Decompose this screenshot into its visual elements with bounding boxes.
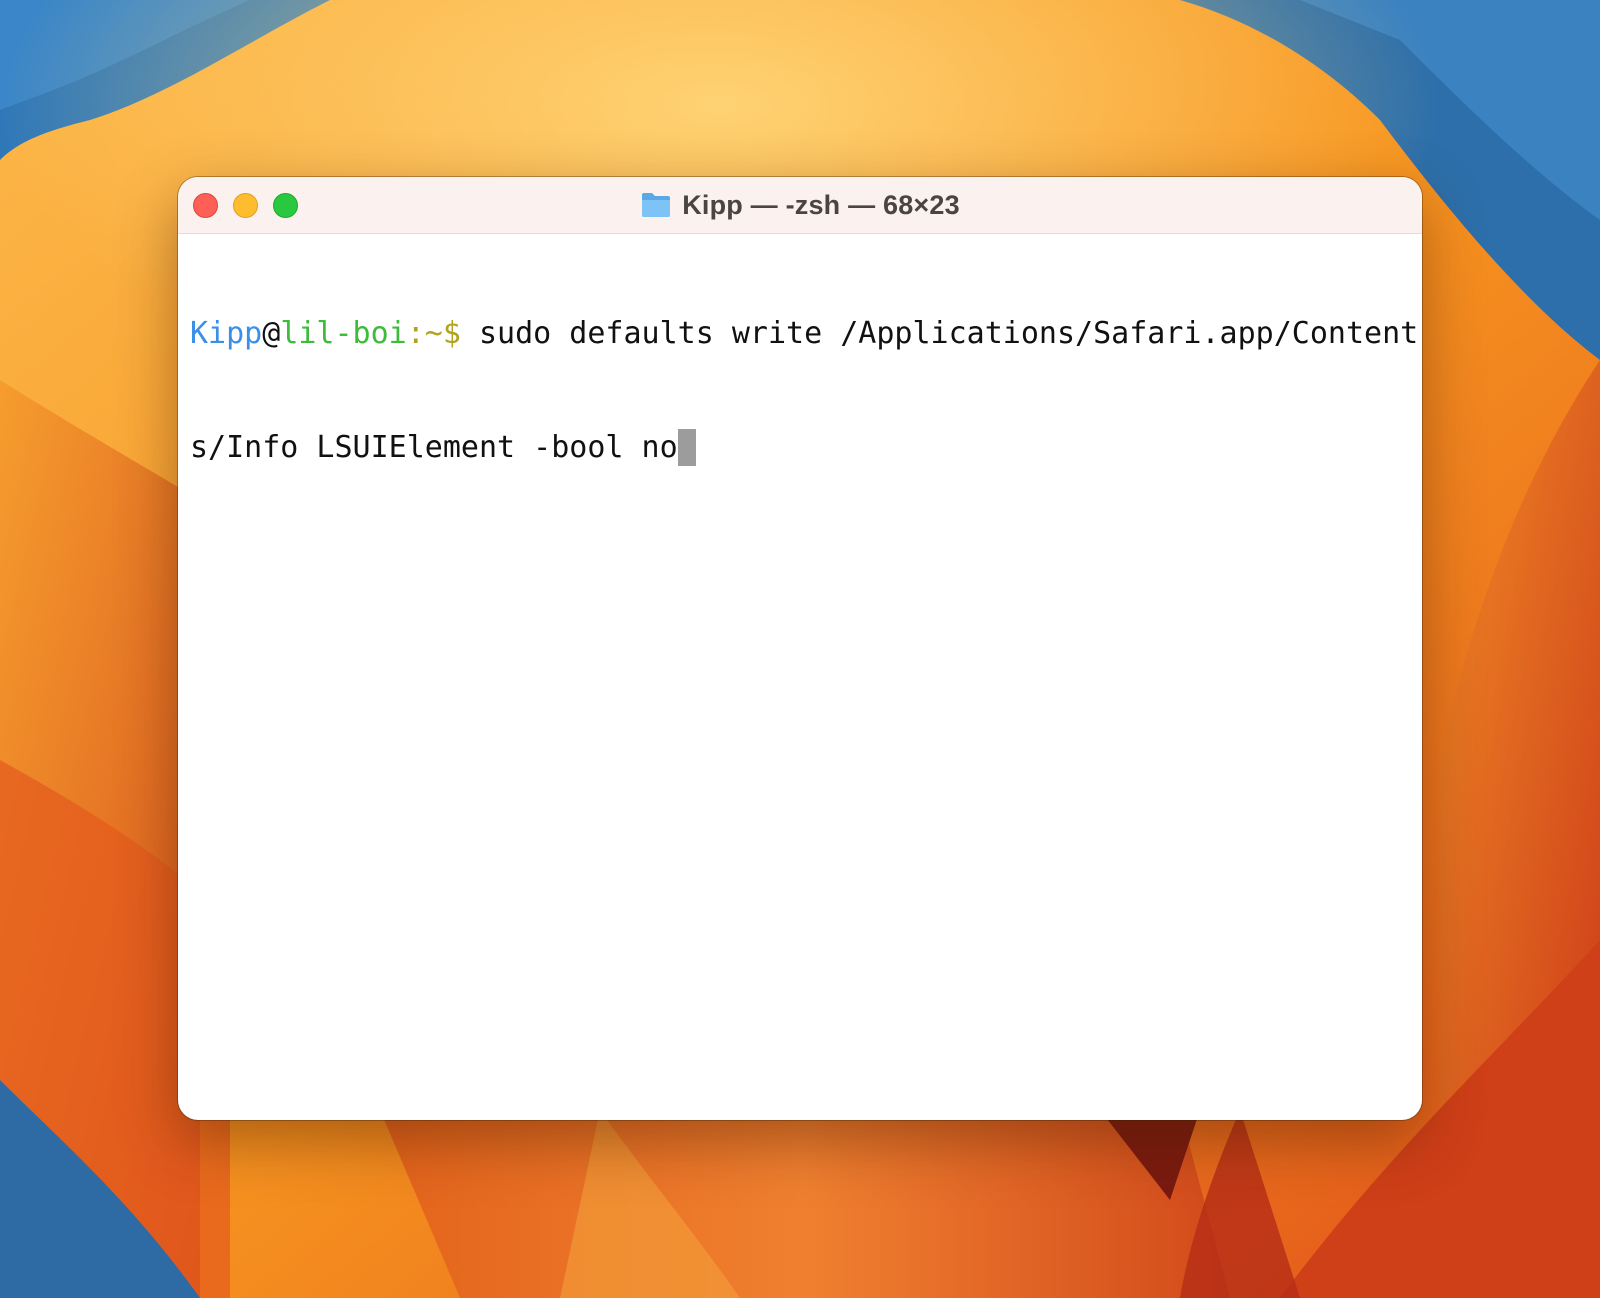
prompt-at: @ bbox=[262, 316, 281, 351]
terminal-window[interactable]: Kipp — -zsh — 68×23 Kipp@lil-boi:~$ sudo… bbox=[178, 177, 1422, 1120]
window-title-text: Kipp — -zsh — 68×23 bbox=[682, 189, 960, 220]
prompt-path: :~$ bbox=[406, 316, 461, 351]
terminal-line-1: Kipp@lil-boi:~$ sudo defaults write /App… bbox=[190, 315, 1418, 353]
terminal-line-2: s/Info LSUIElement -bool no bbox=[190, 429, 1414, 467]
terminal-content[interactable]: Kipp@lil-boi:~$ sudo defaults write /App… bbox=[190, 239, 1418, 543]
prompt-user: Kipp bbox=[190, 316, 263, 351]
title-bar[interactable]: Kipp — -zsh — 68×23 bbox=[178, 177, 1422, 234]
prompt-host: lil-boi bbox=[280, 316, 407, 351]
command-text-2: s/Info LSUIElement -bool no bbox=[190, 430, 678, 465]
text-cursor bbox=[677, 429, 696, 466]
folder-icon bbox=[642, 193, 671, 217]
command-text-1: sudo defaults write /Applications/Safari… bbox=[460, 316, 1419, 351]
window-title: Kipp — -zsh — 68×23 bbox=[178, 177, 1422, 233]
